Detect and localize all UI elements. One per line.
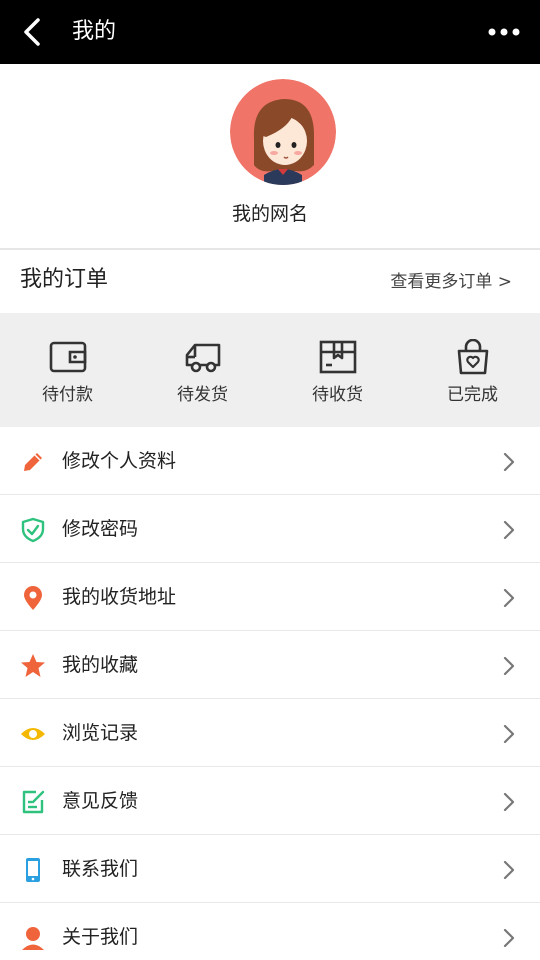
star-icon: [20, 653, 46, 679]
order-status-pending-receipt[interactable]: 待收货: [270, 313, 405, 427]
shield-check-icon: [20, 517, 46, 543]
profile-section: 我的网名: [0, 64, 540, 248]
user-icon: [20, 925, 46, 951]
order-status-label: 待收货: [312, 385, 363, 405]
order-status-completed[interactable]: 已完成: [405, 313, 540, 427]
phone-icon: [20, 857, 46, 883]
menu-item-label: 浏览记录: [62, 722, 139, 744]
menu-item-shipping-address[interactable]: 我的收货地址: [0, 563, 540, 631]
location-pin-icon: [20, 585, 46, 611]
back-button[interactable]: [14, 14, 50, 50]
chevron-right-icon: [503, 588, 515, 608]
menu-item-label: 意见反馈: [62, 790, 139, 812]
pencil-icon: [20, 449, 46, 475]
menu-item-change-password[interactable]: 修改密码: [0, 495, 540, 563]
chevron-right-icon: [503, 520, 515, 540]
chevron-right-icon: [503, 792, 515, 812]
menu-item-edit-profile[interactable]: 修改个人资料: [0, 427, 540, 495]
back-arrow-icon: [24, 18, 40, 46]
menu-item-feedback[interactable]: 意见反馈: [0, 767, 540, 835]
menu-item-label: 修改密码: [62, 518, 139, 540]
wallet-icon: [49, 341, 86, 373]
menu-item-label: 联系我们: [62, 858, 139, 880]
menu-item-label: 我的收货地址: [62, 586, 177, 608]
settings-menu: 修改个人资料 修改密码 我的收货地址 我的收藏 浏览记录 意见反馈 联系我们 关…: [0, 427, 540, 960]
orders-header: 我的订单 查看更多订单 >: [0, 250, 540, 313]
menu-item-label: 我的收藏: [62, 654, 139, 676]
orders-title: 我的订单: [20, 267, 109, 292]
menu-item-contact-us[interactable]: 联系我们: [0, 835, 540, 903]
chevron-right-icon: [503, 724, 515, 744]
order-status-label: 已完成: [447, 385, 498, 405]
bag-icon: [457, 339, 488, 375]
order-status-grid: 待付款 待发货 待收货 已完成: [0, 313, 540, 427]
feedback-edit-icon: [20, 789, 46, 815]
username: 我的网名: [231, 203, 308, 225]
order-status-pending-payment[interactable]: 待付款: [0, 313, 135, 427]
more-options-button[interactable]: [484, 14, 524, 50]
menu-item-label: 关于我们: [62, 926, 139, 948]
chevron-right-icon: [503, 656, 515, 676]
menu-item-browsing-history[interactable]: 浏览记录: [0, 699, 540, 767]
menu-item-about-us[interactable]: 关于我们: [0, 903, 540, 960]
chevron-right-icon: [503, 452, 515, 472]
top-bar: 我的: [0, 0, 540, 64]
eye-icon: [20, 721, 46, 747]
order-status-label: 待付款: [42, 385, 93, 405]
menu-item-favorites[interactable]: 我的收藏: [0, 631, 540, 699]
truck-icon: [185, 343, 220, 373]
order-status-label: 待发货: [177, 385, 228, 405]
menu-item-label: 修改个人资料: [62, 450, 177, 472]
chevron-right-icon: [503, 860, 515, 880]
order-status-pending-shipment[interactable]: 待发货: [135, 313, 270, 427]
chevron-right-icon: [503, 928, 515, 948]
view-more-orders-link[interactable]: 查看更多订单 >: [390, 268, 512, 296]
avatar[interactable]: [230, 79, 336, 185]
package-icon: [319, 340, 356, 374]
more-dots-icon: [488, 28, 520, 36]
page-title: 我的: [72, 19, 117, 44]
